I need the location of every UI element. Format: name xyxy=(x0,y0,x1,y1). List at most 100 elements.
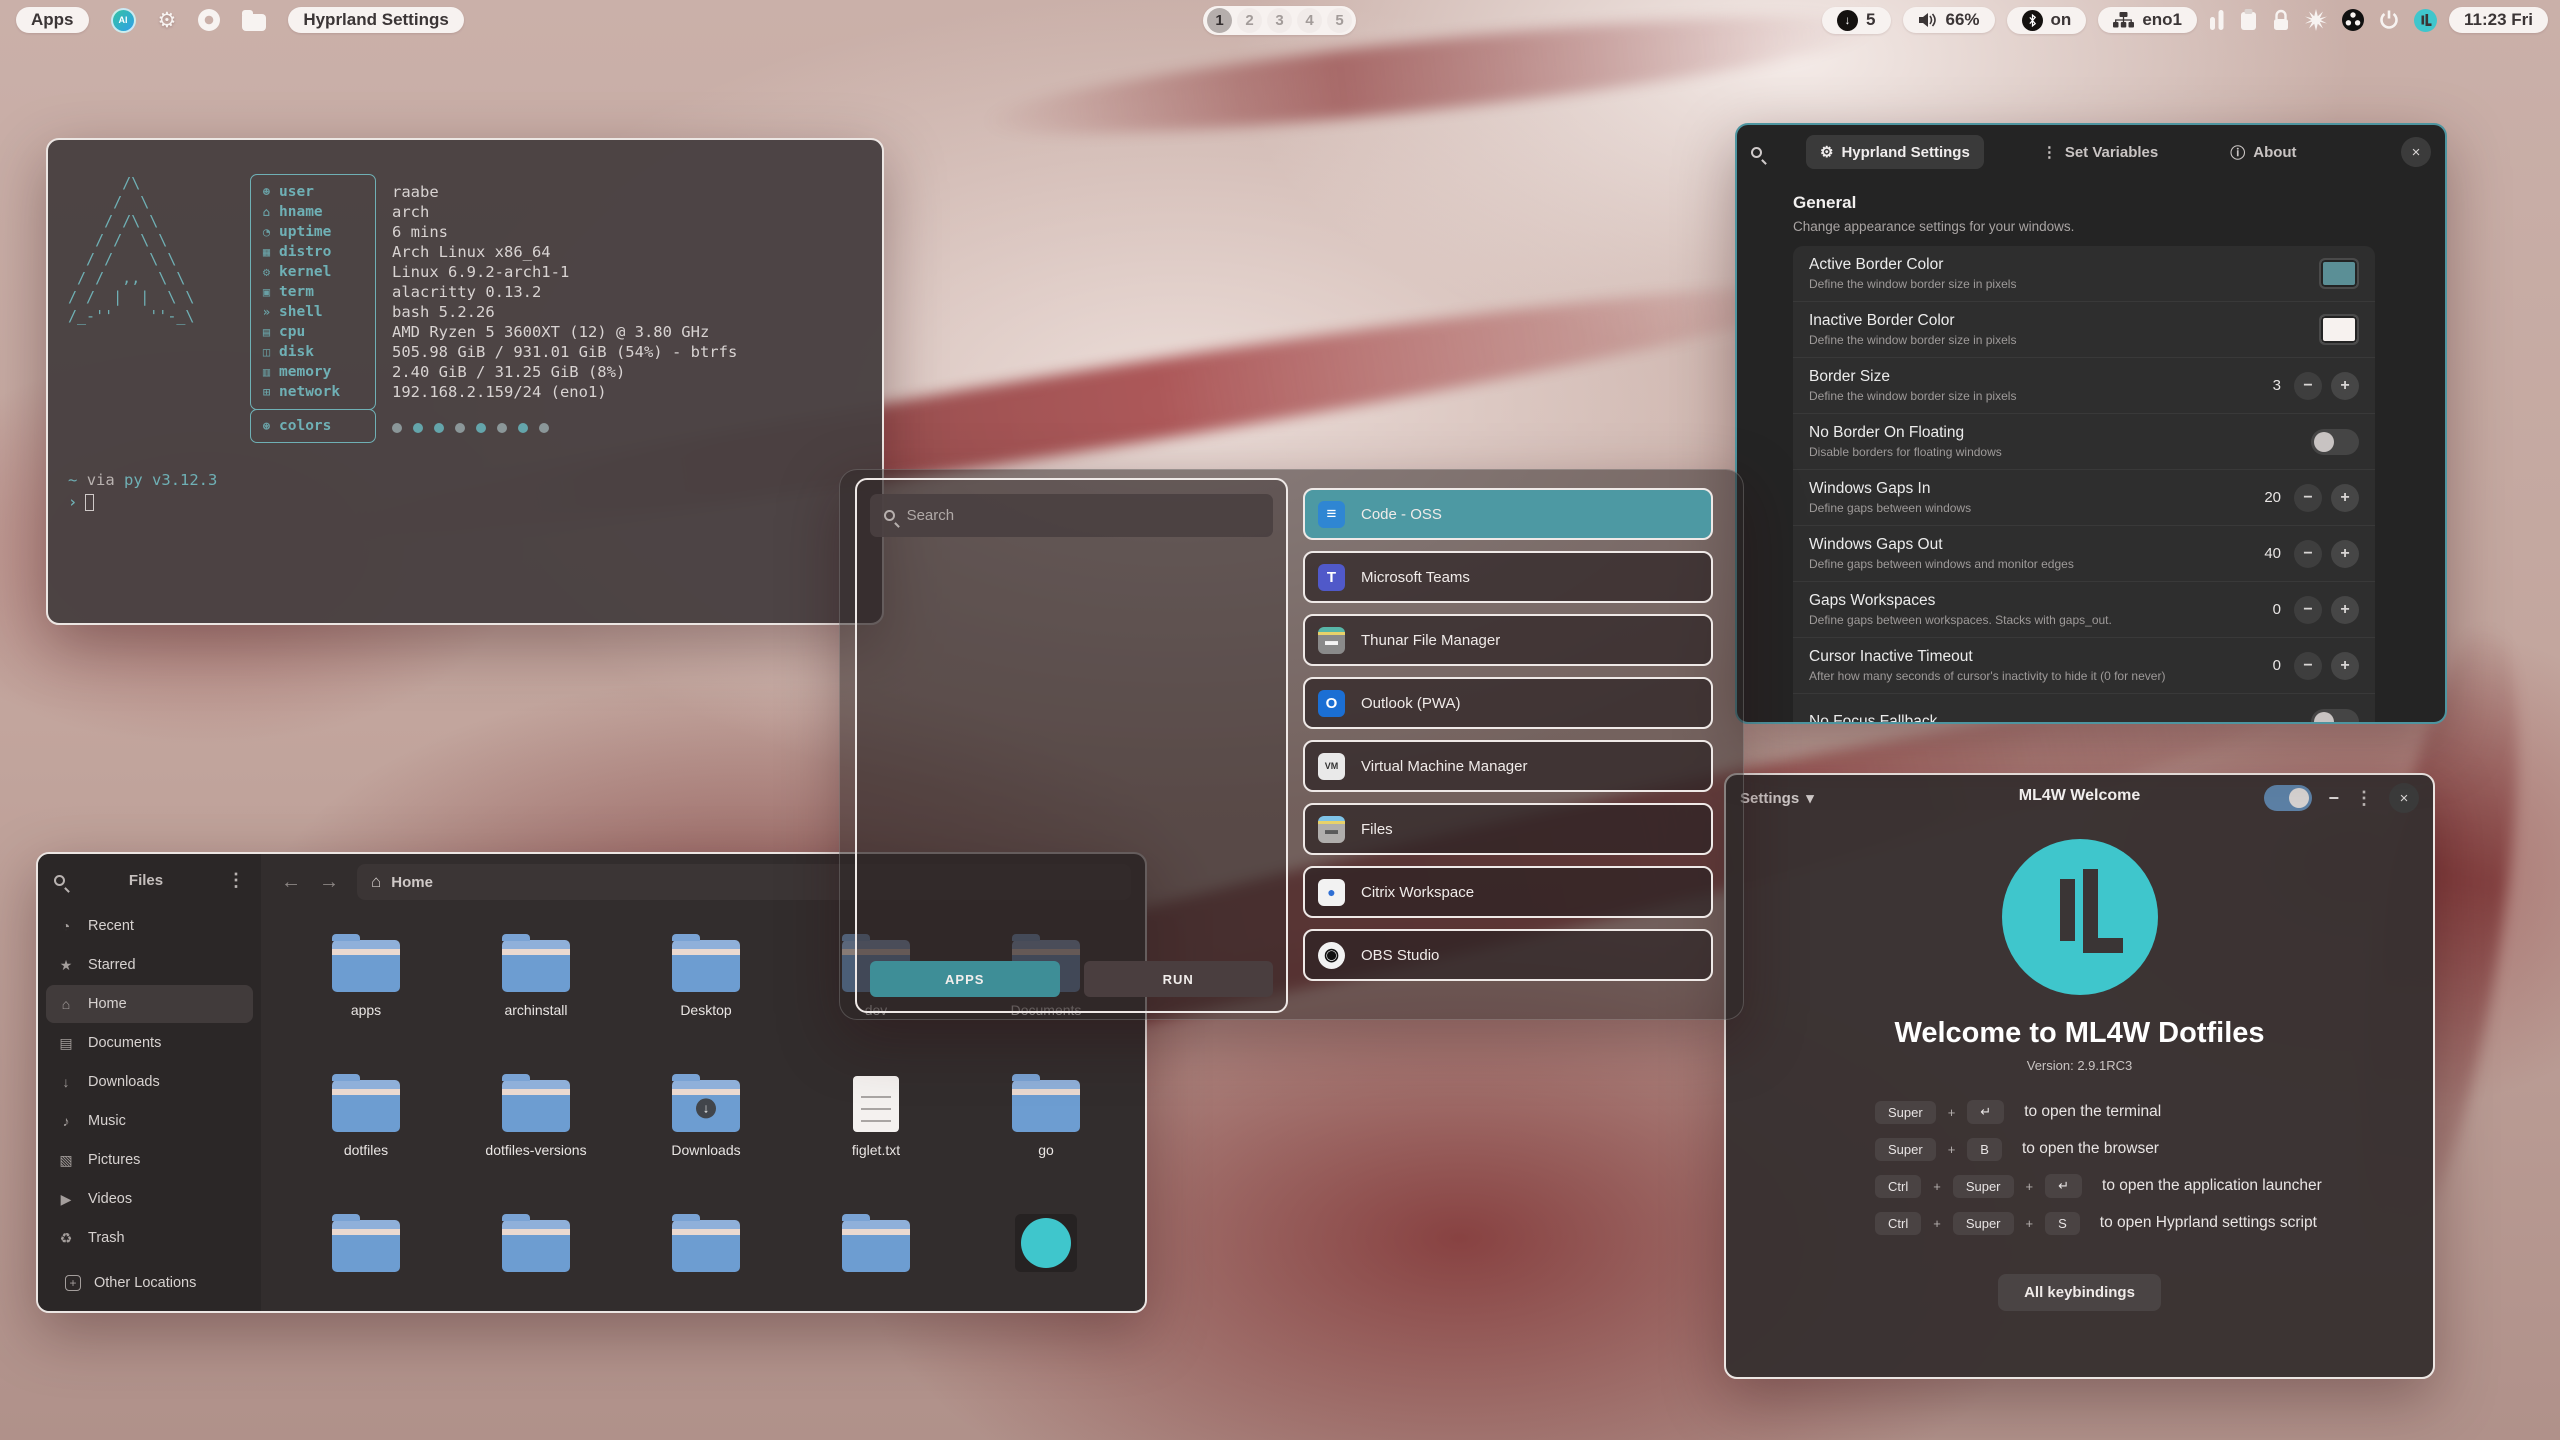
sidebar-item-downloads[interactable]: ↓ Downloads xyxy=(46,1063,253,1101)
launcher-app-item[interactable]: ≡ Code - OSS xyxy=(1303,488,1713,540)
workspace-button[interactable]: 2 xyxy=(1237,8,1262,33)
increment-button[interactable]: + xyxy=(2331,596,2359,624)
launcher-app-item[interactable]: T Microsoft Teams xyxy=(1303,551,1713,603)
sidebar-item-other-locations[interactable]: + Other Locations xyxy=(54,1264,245,1302)
file-grid-item[interactable] xyxy=(791,1208,961,1313)
file-grid-item[interactable]: Desktop xyxy=(621,928,791,1068)
settings-row: No Border On Floating Disable borders fo… xyxy=(1793,414,2375,470)
gear-icon[interactable]: ⚙ xyxy=(158,8,177,33)
setting-title: Cursor Inactive Timeout xyxy=(1809,648,2273,666)
toggle-switch[interactable] xyxy=(2311,429,2359,455)
color-swatch-button[interactable] xyxy=(2319,258,2359,289)
hyprland-settings-window[interactable]: ⚙ Hyprland Settings ⋮ Set Variables ⓘ Ab… xyxy=(1735,123,2447,724)
autostart-toggle[interactable] xyxy=(2264,785,2312,811)
minimize-icon[interactable]: − xyxy=(2328,788,2339,809)
obs-icon[interactable] xyxy=(2342,9,2364,31)
workspace-button[interactable]: 3 xyxy=(1267,8,1292,33)
file-grid-item[interactable] xyxy=(451,1208,621,1313)
file-grid-item[interactable]: apps xyxy=(281,928,451,1068)
file-grid-item[interactable]: dotfiles xyxy=(281,1068,451,1208)
menu-kebab-icon[interactable]: ⋮ xyxy=(2355,788,2373,809)
workspace-button[interactable]: 1 xyxy=(1207,8,1232,33)
ml4w-ai-icon[interactable]: AI xyxy=(111,8,136,33)
equalizer-icon[interactable] xyxy=(2209,9,2225,31)
run-tab-button[interactable]: RUN xyxy=(1084,961,1274,997)
decrement-button[interactable]: − xyxy=(2294,372,2322,400)
sidebar-item-starred[interactable]: ★ Starred xyxy=(46,946,253,984)
launcher-app-item[interactable]: ▬ Files xyxy=(1303,803,1713,855)
launcher-app-item[interactable]: ● Citrix Workspace xyxy=(1303,866,1713,918)
increment-button[interactable]: + xyxy=(2331,372,2359,400)
file-grid-item[interactable]: dotfiles-versions xyxy=(451,1068,621,1208)
apps-tab-button[interactable]: APPS xyxy=(870,961,1060,997)
toggle-switch[interactable] xyxy=(2311,709,2359,724)
terminal-window[interactable]: /\ / \ / /\ \ / / \ \ / / \ \ / / ,, \ \… xyxy=(46,138,884,625)
decrement-button[interactable]: − xyxy=(2294,596,2322,624)
file-grid-item[interactable]: figlet.txt xyxy=(791,1068,961,1208)
file-grid-item[interactable]: archinstall xyxy=(451,928,621,1068)
chrome-icon[interactable] xyxy=(198,9,220,31)
sidebar-item-trash[interactable]: ♻ Trash xyxy=(46,1219,253,1257)
search-icon[interactable] xyxy=(54,875,65,886)
sidebar-item-music[interactable]: ♪ Music xyxy=(46,1102,253,1140)
bluetooth-indicator[interactable]: on xyxy=(2007,7,2087,34)
back-icon[interactable]: ← xyxy=(281,871,301,894)
decrement-button[interactable]: − xyxy=(2294,540,2322,568)
file-grid-item[interactable] xyxy=(961,1208,1131,1313)
volume-indicator[interactable]: 66% xyxy=(1903,7,1995,33)
decrement-button[interactable]: − xyxy=(2294,652,2322,680)
launcher-app-item[interactable]: VM Virtual Machine Manager xyxy=(1303,740,1713,792)
close-icon[interactable]: × xyxy=(2389,783,2419,813)
clipboard-icon[interactable] xyxy=(2240,9,2257,31)
sidebar-item-documents[interactable]: ▤ Documents xyxy=(46,1024,253,1062)
network-indicator[interactable]: eno1 xyxy=(2098,7,2197,33)
launcher-app-item[interactable]: O Outlook (PWA) xyxy=(1303,677,1713,729)
starburst-icon[interactable] xyxy=(2305,9,2327,31)
sidebar-item-pictures[interactable]: ▧ Pictures xyxy=(46,1141,253,1179)
file-label: Downloads xyxy=(671,1142,740,1158)
folder-icon xyxy=(332,1080,400,1132)
apps-menu-button[interactable]: Apps xyxy=(16,7,89,33)
file-grid-item[interactable]: go xyxy=(961,1068,1131,1208)
ml4w-welcome-window[interactable]: Settings ▾ ML4W Welcome − ⋮ × Welcome to… xyxy=(1724,773,2435,1379)
search-input[interactable] xyxy=(907,507,1259,524)
key-chip: Ctrl xyxy=(1875,1175,1921,1198)
color-swatch-button[interactable] xyxy=(2319,314,2359,345)
workspace-button[interactable]: 5 xyxy=(1327,8,1352,33)
sidebar-item-videos[interactable]: ▶ Videos xyxy=(46,1180,253,1218)
file-grid-item[interactable] xyxy=(281,1208,451,1313)
folder-icon[interactable] xyxy=(242,14,266,31)
increment-button[interactable]: + xyxy=(2331,484,2359,512)
launcher-app-item[interactable]: ▬ Thunar File Manager xyxy=(1303,614,1713,666)
increment-button[interactable]: + xyxy=(2331,540,2359,568)
app-label: Citrix Workspace xyxy=(1361,884,1474,901)
forward-icon[interactable]: → xyxy=(319,871,339,894)
close-icon[interactable]: × xyxy=(2401,137,2431,167)
settings-menu-button[interactable]: Settings ▾ xyxy=(1740,789,1814,807)
settings-tab[interactable]: ⓘ About xyxy=(2216,134,2310,171)
settings-tab[interactable]: ⚙ Hyprland Settings xyxy=(1806,135,1984,169)
file-grid-item[interactable] xyxy=(621,1208,791,1313)
plus-icon: + xyxy=(65,1275,81,1291)
updates-indicator[interactable]: ↓ 5 xyxy=(1822,7,1890,34)
terminal-cursor[interactable] xyxy=(85,494,94,511)
decrement-button[interactable]: − xyxy=(2294,484,2322,512)
info-value: Linux 6.9.2-arch1-1 xyxy=(392,262,737,282)
setting-title: No Border On Floating xyxy=(1809,424,2311,442)
clock[interactable]: 11:23 Fri xyxy=(2449,7,2548,33)
settings-tab[interactable]: ⋮ Set Variables xyxy=(2028,135,2172,169)
file-grid-item[interactable]: Downloads xyxy=(621,1068,791,1208)
workspace-button[interactable]: 4 xyxy=(1297,8,1322,33)
power-icon[interactable] xyxy=(2379,9,2399,31)
increment-button[interactable]: + xyxy=(2331,652,2359,680)
sidebar-item-recent[interactable]: ◔ Recent xyxy=(46,907,253,945)
search-icon[interactable] xyxy=(1751,147,1762,158)
menu-kebab-icon[interactable]: ⋮ xyxy=(227,870,245,891)
launcher-search[interactable] xyxy=(870,494,1273,537)
ml4w-icon[interactable] xyxy=(2414,9,2437,32)
launcher-app-item[interactable]: ◉ OBS Studio xyxy=(1303,929,1713,981)
all-keybindings-button[interactable]: All keybindings xyxy=(1998,1274,2161,1311)
sidebar-item-home[interactable]: ⌂ Home xyxy=(46,985,253,1023)
lock-icon[interactable] xyxy=(2272,9,2290,31)
settings-tabs: ⚙ Hyprland Settings ⋮ Set Variables ⓘ Ab… xyxy=(1806,134,2401,171)
